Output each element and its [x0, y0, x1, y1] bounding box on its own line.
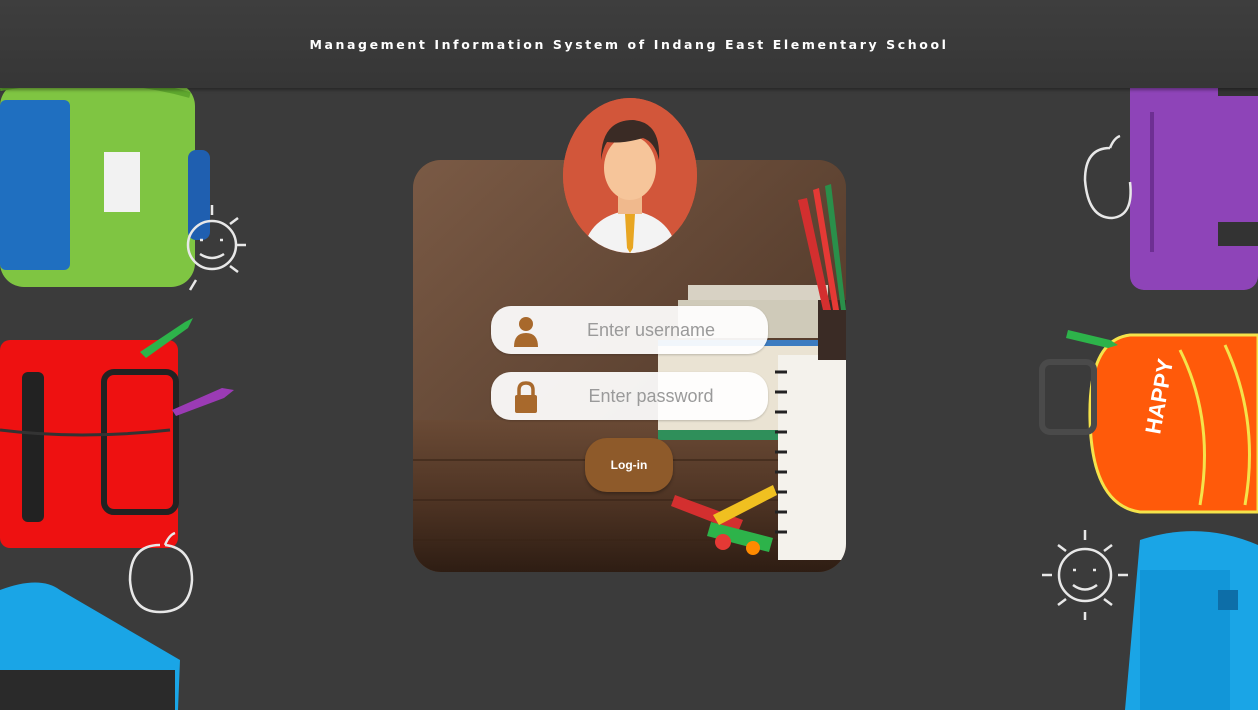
red-backpack-image — [0, 340, 179, 548]
login-button[interactable]: Log-in — [585, 438, 673, 492]
blue-backpack-left-image — [0, 582, 180, 710]
password-input[interactable] — [551, 372, 751, 420]
username-field — [491, 306, 768, 354]
user-icon — [514, 317, 538, 347]
blue-backpack-right-image — [1125, 531, 1258, 710]
header-bar: Management Information System of Indang … — [0, 0, 1258, 88]
green-backpack-image — [0, 77, 210, 287]
orange-backpack-image: HAPPY — [1039, 330, 1258, 514]
username-input[interactable] — [551, 306, 751, 354]
avatar — [563, 98, 697, 253]
password-field — [491, 372, 768, 420]
lock-icon — [515, 381, 537, 413]
page-title: Management Information System of Indang … — [309, 37, 949, 52]
user-avatar-icon — [563, 98, 697, 253]
